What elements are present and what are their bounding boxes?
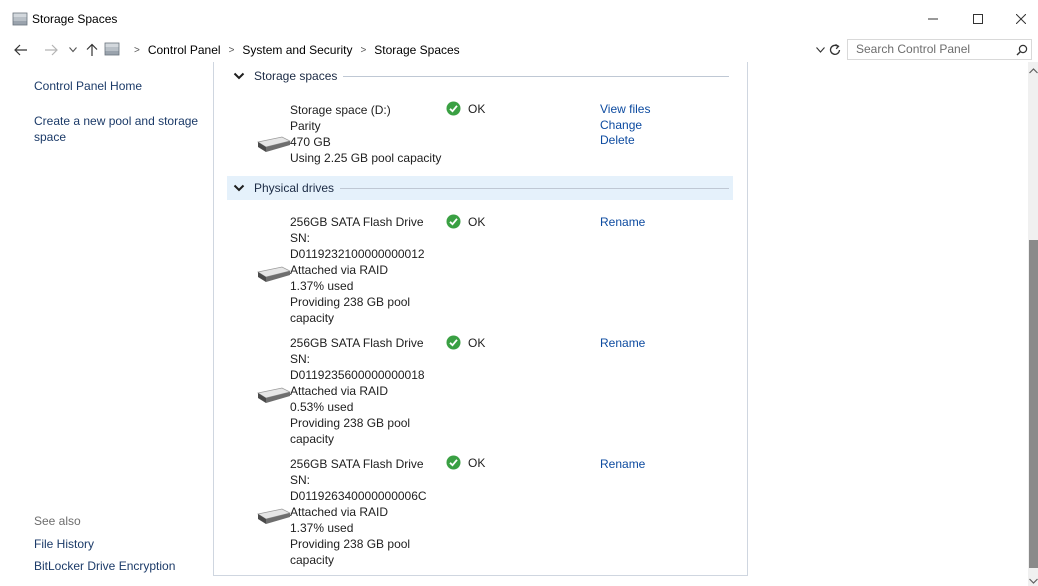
recent-dropdown-icon[interactable] [69,47,77,53]
bitlocker-link[interactable]: BitLocker Drive Encryption [34,559,175,573]
drive-capacity-line1: Providing 238 GB pool [290,416,411,430]
control-panel-home-link[interactable]: Control Panel Home [34,79,142,93]
change-link[interactable]: Change [600,118,650,134]
chevron-down-icon[interactable] [233,182,245,194]
physical-drive-details: 256GB SATA Flash Drive SN: D011926340000… [290,456,440,568]
search-box[interactable] [847,39,1032,60]
drive-sn-label: SN: [290,231,311,245]
storage-spaces-location-icon [104,42,120,56]
breadcrumb-separator-icon: > [360,44,367,56]
storage-space-details: Storage space (D:) Parity 470 GB Using 2… [290,102,442,166]
drive-connection: Attached via RAID [290,263,389,277]
drive-icon [257,266,292,282]
address-bar[interactable]: > Control Panel > System and Security > … [104,39,822,61]
back-arrow-icon[interactable] [14,44,28,56]
physical-drive-details: 256GB SATA Flash Drive SN: D011923560000… [290,335,440,447]
drive-icon [257,387,292,403]
status-text: OK [468,214,486,229]
storage-spaces-app-icon [12,12,28,26]
section-divider [343,75,729,77]
physical-drive-actions: Rename [600,457,645,473]
view-files-link[interactable]: View files [600,102,650,118]
address-row: > Control Panel > System and Security > … [0,38,1038,62]
create-pool-link-line1[interactable]: Create a new pool and storage [34,114,198,128]
drive-capacity-line1: Providing 238 GB pool [290,537,411,551]
close-icon [1016,14,1026,24]
storage-spaces-section-header[interactable]: Storage spaces [227,64,733,88]
drive-model: 256GB SATA Flash Drive [290,336,424,350]
breadcrumb-control-panel[interactable]: Control Panel [148,43,221,57]
drive-model: 256GB SATA Flash Drive [290,457,424,471]
maximize-button[interactable] [957,0,999,38]
see-also-label: See also [34,514,81,528]
physical-drives-section-header[interactable]: Physical drives [227,176,733,200]
drive-capacity-line1: Providing 238 GB pool [290,295,411,309]
drive-sn-label: SN: [290,352,311,366]
drive-connection: Attached via RAID [290,384,389,398]
up-arrow-icon[interactable] [86,43,98,57]
storage-space-status: OK [446,101,485,116]
close-button[interactable] [1000,0,1038,38]
search-input[interactable] [848,40,1006,58]
ok-check-icon [446,455,461,470]
forward-arrow-icon[interactable] [44,44,58,56]
ok-check-icon [446,214,461,229]
physical-drive-actions: Rename [600,336,645,352]
storage-space-actions: View files Change Delete [600,102,650,149]
rename-link[interactable]: Rename [600,336,645,352]
storage-space-usage: Using 2.25 GB pool capacity [290,151,442,165]
minimize-button[interactable] [912,0,954,38]
status-text: OK [468,101,486,116]
section-divider [340,187,729,189]
storage-space-size: 470 GB [290,135,331,149]
breadcrumb-separator-icon: > [134,44,140,56]
breadcrumb-separator-icon: > [228,44,235,56]
drive-icon [257,508,292,524]
breadcrumb-system-and-security[interactable]: System and Security [242,43,352,57]
storage-spaces-heading: Storage spaces [254,69,338,83]
rename-link[interactable]: Rename [600,457,645,473]
physical-drive-status: OK [446,455,485,470]
refresh-icon[interactable] [828,43,842,57]
drive-usage: 1.37% used [290,279,354,293]
file-history-link[interactable]: File History [34,537,94,551]
physical-drive-actions: Rename [600,215,645,231]
drive-capacity-line2: capacity [290,311,335,325]
drive-serial-number: D011926340000000006C [290,489,427,503]
minimize-icon [928,18,938,20]
storage-space-resiliency: Parity [290,119,321,133]
delete-link[interactable]: Delete [600,133,650,149]
drive-serial-number: D0119232100000000012 [290,247,425,261]
window-title: Storage Spaces [32,12,118,26]
scroll-up-icon[interactable] [1029,68,1038,74]
scrollbar-thumb[interactable] [1029,240,1038,568]
drive-connection: Attached via RAID [290,505,389,519]
storage-space-name: Storage space (D:) [290,103,391,117]
ok-check-icon [446,101,461,116]
status-text: OK [468,455,486,470]
breadcrumb-storage-spaces[interactable]: Storage Spaces [374,43,459,57]
status-text: OK [468,335,486,350]
drive-model: 256GB SATA Flash Drive [290,215,424,229]
drive-capacity-line2: capacity [290,432,335,446]
drive-serial-number: D0119235600000000018 [290,368,425,382]
physical-drive-status: OK [446,335,485,350]
rename-link[interactable]: Rename [600,215,645,231]
physical-drives-heading: Physical drives [254,181,335,195]
create-pool-link-line2[interactable]: space [34,130,66,144]
drive-capacity-line2: capacity [290,553,335,567]
drive-icon [257,136,292,152]
physical-drive-status: OK [446,214,485,229]
maximize-icon [973,14,983,24]
drive-sn-label: SN: [290,473,311,487]
physical-drive-details: 256GB SATA Flash Drive SN: D011923210000… [290,214,440,326]
search-icon[interactable] [1016,44,1028,56]
title-bar: Storage Spaces [0,0,1038,38]
scroll-down-icon[interactable] [1029,578,1038,584]
drive-usage: 1.37% used [290,521,354,535]
drive-usage: 0.53% used [290,400,354,414]
ok-check-icon [446,335,461,350]
chevron-down-icon[interactable] [233,70,245,82]
address-dropdown-icon[interactable] [816,47,825,53]
